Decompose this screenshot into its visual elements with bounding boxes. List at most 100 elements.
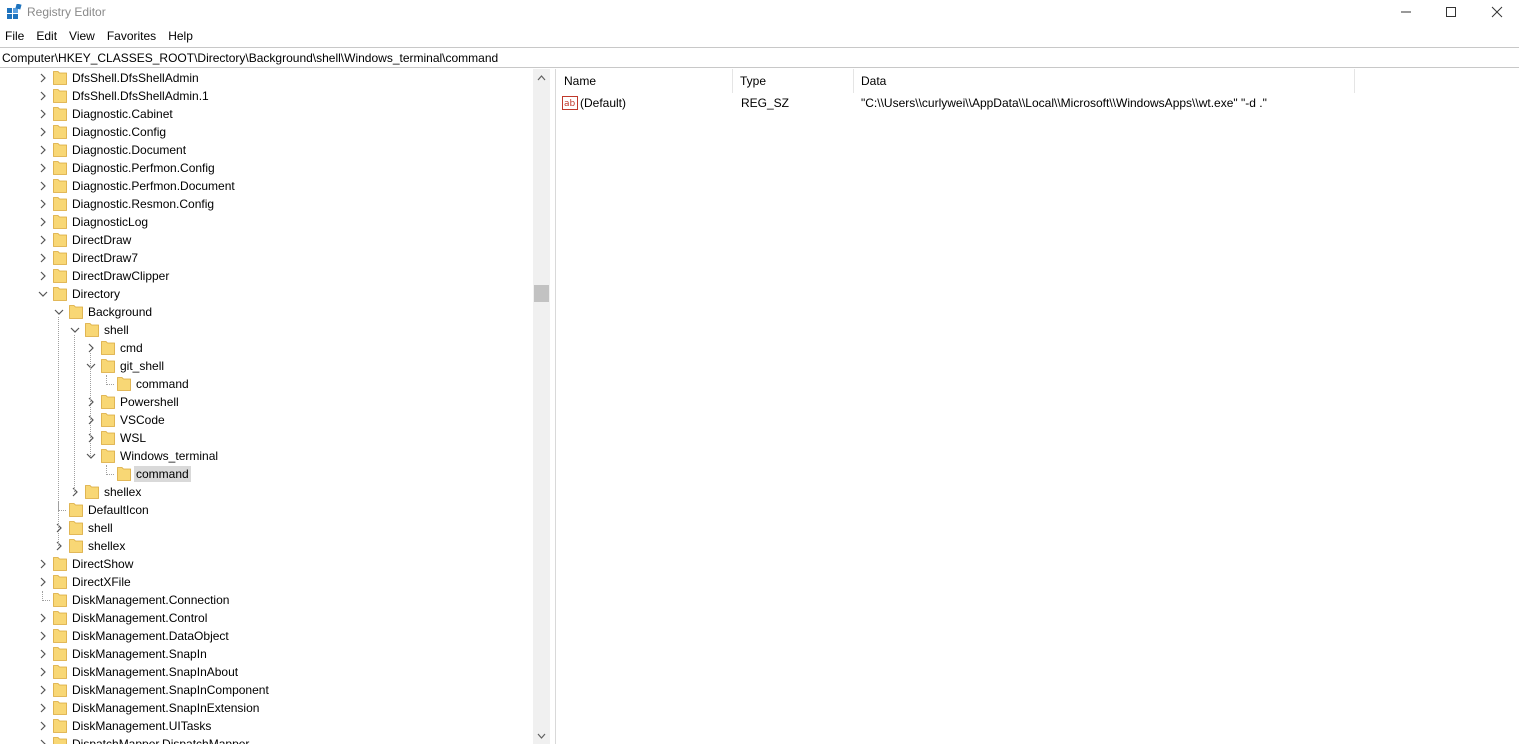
chevron-right-icon[interactable] (38, 127, 48, 137)
chevron-right-icon[interactable] (86, 343, 96, 353)
tree-node-label[interactable]: Diagnostic.Perfmon.Document (70, 178, 237, 194)
address-bar[interactable]: Computer\HKEY_CLASSES_ROOT\Directory\Bac… (0, 47, 1519, 68)
tree-node-label[interactable]: Diagnostic.Perfmon.Config (70, 160, 217, 176)
tree-node-label[interactable]: DirectDraw (70, 232, 133, 248)
tree-node[interactable]: DiskManagement.SnapIn (0, 645, 530, 663)
chevron-right-icon[interactable] (38, 667, 48, 677)
address-path[interactable]: Computer\HKEY_CLASSES_ROOT\Directory\Bac… (2, 51, 498, 65)
tree-node-label[interactable]: DiskManagement.SnapInAbout (70, 664, 240, 680)
chevron-right-icon[interactable] (38, 721, 48, 731)
tree-node-label[interactable]: command (134, 376, 191, 392)
chevron-right-icon[interactable] (38, 163, 48, 173)
column-header-name[interactable]: Name (557, 69, 733, 93)
tree-node-label[interactable]: Diagnostic.Document (70, 142, 188, 158)
tree-node-label[interactable]: DiskManagement.SnapIn (70, 646, 209, 662)
tree-node-label[interactable]: Diagnostic.Config (70, 124, 168, 140)
tree-node-label[interactable]: DiskManagement.SnapInExtension (70, 700, 261, 716)
tree-node[interactable]: VSCode (0, 411, 530, 429)
tree-node[interactable]: shellex (0, 537, 530, 555)
chevron-right-icon[interactable] (38, 649, 48, 659)
chevron-right-icon[interactable] (86, 433, 96, 443)
chevron-right-icon[interactable] (38, 199, 48, 209)
tree-node[interactable]: Diagnostic.Config (0, 123, 530, 141)
value-row[interactable]: ab (Default) REG_SZ "C:\\Users\\curlywei… (557, 94, 1519, 112)
tree-node[interactable]: command (0, 375, 530, 393)
tree-node[interactable]: shell (0, 321, 530, 339)
chevron-right-icon[interactable] (70, 487, 80, 497)
chevron-right-icon[interactable] (38, 739, 48, 744)
column-header-type[interactable]: Type (733, 69, 854, 93)
tree-node[interactable]: Diagnostic.Document (0, 141, 530, 159)
tree-node[interactable]: DirectDraw7 (0, 249, 530, 267)
tree-node[interactable]: Powershell (0, 393, 530, 411)
close-button[interactable] (1474, 0, 1519, 24)
menu-favorites[interactable]: Favorites (101, 27, 162, 45)
tree-node-label[interactable]: DiskManagement.Connection (70, 592, 231, 608)
tree-node[interactable]: DiskManagement.Control (0, 609, 530, 627)
tree-node[interactable]: cmd (0, 339, 530, 357)
tree-node[interactable]: git_shell (0, 357, 530, 375)
menu-file[interactable]: File (0, 27, 30, 45)
pane-splitter[interactable] (550, 69, 556, 744)
tree-node[interactable]: Diagnostic.Resmon.Config (0, 195, 530, 213)
menu-help[interactable]: Help (162, 27, 199, 45)
chevron-right-icon[interactable] (54, 541, 64, 551)
tree-node[interactable]: WSL (0, 429, 530, 447)
tree-node[interactable]: Windows_terminal (0, 447, 530, 465)
menu-edit[interactable]: Edit (30, 27, 63, 45)
tree-node[interactable]: shell (0, 519, 530, 537)
tree-node-label[interactable]: DirectDraw7 (70, 250, 140, 266)
tree-node-label[interactable]: shellex (86, 538, 127, 554)
tree-node-label[interactable]: cmd (118, 340, 145, 356)
tree-node[interactable]: DiskManagement.SnapInAbout (0, 663, 530, 681)
minimize-button[interactable] (1383, 0, 1429, 24)
tree-node[interactable]: Diagnostic.Perfmon.Config (0, 159, 530, 177)
tree-node-label[interactable]: DispatchMapper.DispatchMapper (70, 736, 251, 744)
chevron-right-icon[interactable] (38, 217, 48, 227)
values-list[interactable]: Name Type Data ab (Default) REG_SZ "C:\\… (557, 69, 1519, 744)
tree-node[interactable]: Diagnostic.Perfmon.Document (0, 177, 530, 195)
chevron-right-icon[interactable] (38, 109, 48, 119)
chevron-right-icon[interactable] (38, 91, 48, 101)
tree-node[interactable]: DispatchMapper.DispatchMapper (0, 735, 530, 744)
tree-node-label[interactable]: shellex (102, 484, 143, 500)
tree-node-label[interactable]: Diagnostic.Cabinet (70, 106, 175, 122)
tree-node-label[interactable]: command (134, 466, 191, 482)
tree-node[interactable]: DefaultIcon (0, 501, 530, 519)
menu-view[interactable]: View (63, 27, 101, 45)
chevron-down-icon[interactable] (70, 325, 80, 335)
tree-node[interactable]: DiskManagement.DataObject (0, 627, 530, 645)
tree-node-label[interactable]: DirectXFile (70, 574, 133, 590)
chevron-right-icon[interactable] (38, 613, 48, 623)
tree-node[interactable]: DirectXFile (0, 573, 530, 591)
chevron-right-icon[interactable] (38, 145, 48, 155)
tree-node-label[interactable]: WSL (118, 430, 148, 446)
tree-node-label[interactable]: shell (102, 322, 131, 338)
tree-node-label[interactable]: Background (86, 304, 154, 320)
tree-node-label[interactable]: VSCode (118, 412, 167, 428)
chevron-right-icon[interactable] (38, 271, 48, 281)
tree-node-label[interactable]: DirectDrawClipper (70, 268, 171, 284)
chevron-right-icon[interactable] (86, 415, 96, 425)
tree-node[interactable]: shellex (0, 483, 530, 501)
tree-node-label[interactable]: DiskManagement.Control (70, 610, 209, 626)
tree-node-label[interactable]: Windows_terminal (118, 448, 220, 464)
tree-node-label[interactable]: DfsShell.DfsShellAdmin (70, 70, 201, 86)
chevron-right-icon[interactable] (38, 235, 48, 245)
tree-node-label[interactable]: Directory (70, 286, 122, 302)
chevron-right-icon[interactable] (38, 577, 48, 587)
tree-node-label[interactable]: DirectShow (70, 556, 135, 572)
tree-node-label[interactable]: Powershell (118, 394, 181, 410)
tree-node[interactable]: DfsShell.DfsShellAdmin (0, 69, 530, 87)
maximize-button[interactable] (1428, 0, 1474, 24)
tree-node-label[interactable]: DiskManagement.UITasks (70, 718, 213, 734)
tree-node[interactable]: DiagnosticLog (0, 213, 530, 231)
tree-scrollbar[interactable] (533, 69, 550, 744)
chevron-right-icon[interactable] (38, 253, 48, 263)
registry-key-tree[interactable]: DfsShell.DfsShellAdmin DfsShell.DfsShellA… (0, 69, 550, 744)
tree-node-label[interactable]: DefaultIcon (86, 502, 151, 518)
tree-node-label[interactable]: DiskManagement.SnapInComponent (70, 682, 271, 698)
tree-node[interactable]: command (0, 465, 530, 483)
chevron-right-icon[interactable] (38, 73, 48, 83)
chevron-right-icon[interactable] (86, 397, 96, 407)
